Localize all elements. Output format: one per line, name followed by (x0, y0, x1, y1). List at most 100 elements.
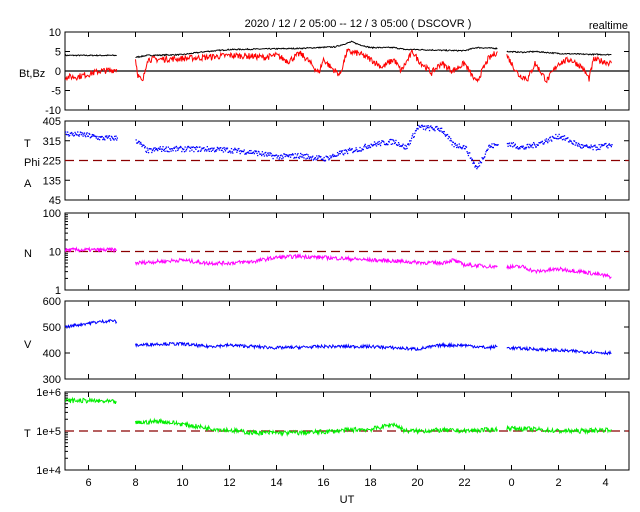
data-point-phi (337, 154, 339, 156)
data-point-phi (529, 145, 532, 147)
data-point-phi (141, 145, 143, 148)
data-point-phi (139, 143, 141, 145)
y-tick-label: 500 (43, 322, 61, 334)
data-point-phi (172, 149, 174, 152)
data-point-phi (263, 153, 265, 155)
data-point-phi (73, 134, 76, 137)
data-point-phi (446, 133, 449, 136)
data-point-phi (439, 127, 441, 130)
data-point-phi (414, 132, 416, 135)
data-point-phi (561, 139, 564, 141)
data-point-phi (167, 146, 170, 148)
data-point-phi (306, 153, 308, 155)
data-point-phi (145, 151, 148, 153)
data-point-phi (153, 150, 156, 152)
series-line-bz (64, 66, 118, 82)
data-point-phi (206, 146, 208, 148)
y-tick-label: 1e+5 (36, 426, 61, 438)
data-point-phi (268, 152, 270, 154)
data-point-phi (277, 155, 280, 157)
data-point-phi (177, 148, 180, 150)
data-point-phi (294, 153, 296, 155)
data-point-phi (387, 143, 389, 146)
series-line-v (506, 345, 612, 356)
data-point-phi (527, 143, 529, 146)
y-tick-label: 315 (43, 136, 61, 148)
panel-phi: 405 315 225 135 45 T Phi A (24, 116, 630, 207)
data-point-phi (454, 142, 457, 145)
data-point-phi (306, 157, 309, 159)
data-point-phi (589, 146, 591, 148)
data-point-phi (316, 155, 318, 157)
data-point-phi (328, 158, 331, 160)
data-point-phi (592, 148, 594, 151)
data-point-phi (183, 151, 186, 153)
data-point-phi (301, 153, 303, 156)
data-point-phi (524, 146, 526, 149)
data-point-phi (69, 134, 71, 137)
data-point-phi (426, 125, 428, 127)
data-point-phi (329, 155, 331, 157)
data-point-phi (138, 141, 141, 143)
data-point-phi (554, 137, 556, 139)
data-point-phi (104, 139, 106, 141)
data-point-phi (453, 145, 455, 148)
data-point-phi (236, 151, 238, 153)
data-point-phi (471, 158, 473, 160)
data-point-phi (561, 135, 563, 138)
data-point-phi (405, 148, 407, 150)
data-point-phi (375, 142, 377, 145)
data-point-phi (152, 148, 154, 151)
data-point-phi (430, 125, 432, 127)
data-point-phi (186, 147, 188, 149)
data-point-phi (184, 146, 186, 148)
data-point-phi (67, 133, 69, 136)
data-point-phi (220, 147, 222, 149)
data-point-phi (107, 136, 109, 139)
data-point-phi (545, 140, 547, 143)
data-point-phi (194, 147, 196, 149)
data-point-phi (224, 150, 227, 152)
y-axis-label: Bt,Bz (19, 68, 45, 80)
data-point-phi (450, 140, 453, 142)
x-tick-label: 18 (364, 477, 376, 489)
data-point-phi (345, 149, 347, 152)
data-point-phi (456, 144, 458, 146)
data-point-phi (408, 144, 410, 146)
data-point-phi (420, 126, 422, 128)
data-point-phi (508, 142, 511, 144)
data-point-phi (211, 147, 213, 149)
data-point-phi (452, 141, 455, 144)
data-point-phi (519, 147, 521, 150)
x-tick-label: 22 (458, 477, 470, 489)
data-point-phi (365, 146, 367, 148)
data-point-phi (189, 147, 192, 149)
data-point-phi (558, 133, 560, 136)
data-point-phi (574, 144, 576, 146)
data-point-phi (296, 154, 298, 156)
data-point-phi (150, 148, 152, 150)
series-line-bz (506, 54, 612, 84)
y-axis-label: T (24, 138, 31, 150)
data-point-phi (215, 150, 217, 152)
data-point-phi (521, 145, 523, 147)
data-point-phi (563, 135, 566, 137)
data-point-phi (218, 147, 220, 149)
data-point-phi (594, 144, 596, 146)
data-point-phi (476, 167, 478, 170)
data-point-phi (153, 147, 155, 149)
data-point-phi (529, 143, 531, 146)
data-point-phi (522, 145, 524, 147)
data-point-phi (256, 152, 258, 155)
data-point-phi (557, 135, 559, 138)
data-point-phi (248, 150, 251, 152)
data-point-phi (431, 126, 433, 129)
data-point-phi (176, 147, 178, 149)
x-axis-label: UT (340, 494, 355, 506)
data-point-phi (605, 142, 607, 145)
data-point-phi (199, 146, 201, 148)
data-point-phi (572, 143, 574, 145)
data-point-phi (324, 159, 327, 162)
y-tick-label: 45 (49, 195, 61, 207)
data-point-phi (611, 144, 613, 146)
